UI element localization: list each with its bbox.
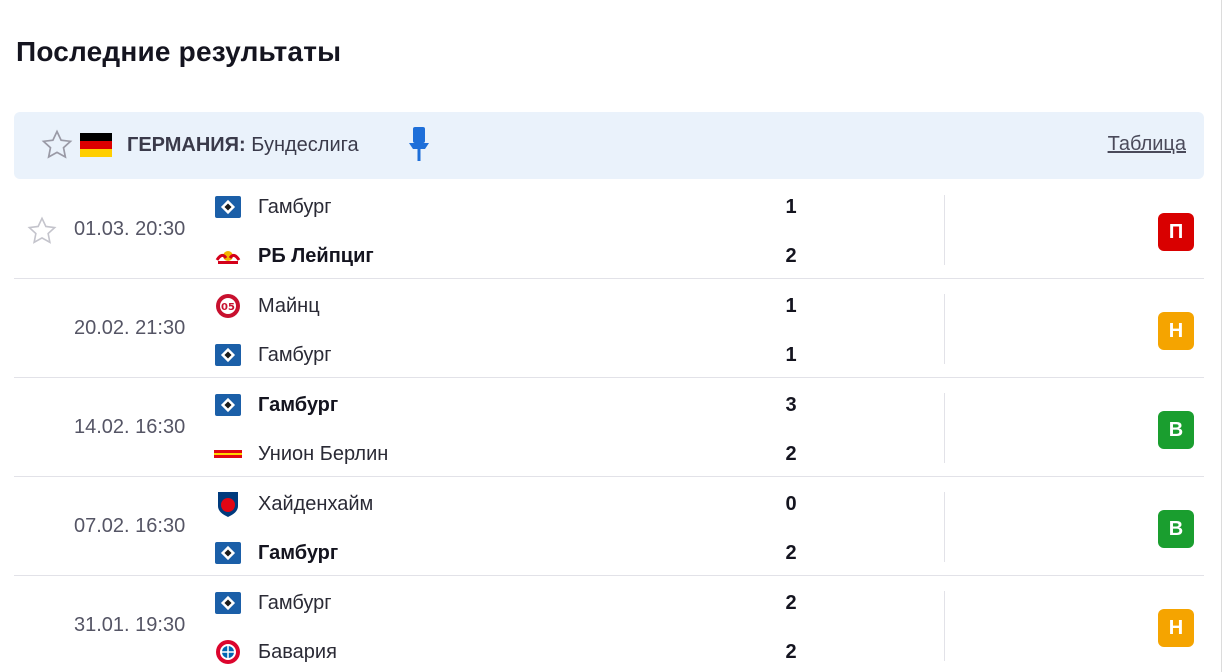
pin-icon[interactable] <box>407 125 431 163</box>
away-team[interactable]: Гамбург <box>214 538 338 568</box>
home-score: 2 <box>785 592 797 614</box>
match-row[interactable]: 31.01. 19:30 Гамбург Бавария 2 2 Н <box>14 576 1204 672</box>
column-divider <box>944 294 945 364</box>
match-row[interactable]: 07.02. 16:30 Хайденхайм Гамбург 0 2 В <box>14 477 1204 576</box>
home-score: 1 <box>785 196 797 218</box>
home-team-name: Гамбург <box>258 591 332 614</box>
favorite-star-icon[interactable] <box>26 215 58 247</box>
match-time: 14.02. 16:30 <box>74 416 186 438</box>
away-score: 2 <box>785 443 797 465</box>
bayern-icon <box>214 638 242 666</box>
column-divider <box>944 591 945 661</box>
away-score: 2 <box>785 245 797 267</box>
heidenheim-icon <box>214 490 242 518</box>
away-team[interactable]: Бавария <box>214 637 337 667</box>
home-team[interactable]: Хайденхайм <box>214 489 373 519</box>
column-divider <box>944 393 945 463</box>
league-title: Бундеслига <box>251 134 359 156</box>
match-time: 07.02. 16:30 <box>74 515 186 537</box>
standings-table-link[interactable]: Таблица <box>1108 133 1186 156</box>
away-team-name: Гамбург <box>258 343 332 366</box>
home-team[interactable]: Гамбург <box>214 192 332 222</box>
hsv-icon <box>214 539 242 567</box>
away-score: 2 <box>785 641 797 663</box>
away-team[interactable]: Гамбург <box>214 340 332 370</box>
away-team-name: РБ Лейпциг <box>258 244 374 267</box>
mainz-icon: 05 <box>214 292 242 320</box>
home-score: 1 <box>785 295 797 317</box>
match-time: 31.01. 19:30 <box>74 614 186 636</box>
germany-flag-icon <box>80 133 112 157</box>
away-team[interactable]: РБ Лейпциг <box>214 241 374 271</box>
column-divider <box>944 492 945 562</box>
away-score: 2 <box>785 542 797 564</box>
home-team-name: Гамбург <box>258 393 339 416</box>
away-team-name: Унион Берлин <box>258 442 389 465</box>
hsv-icon <box>214 391 242 419</box>
away-score: 1 <box>785 344 797 366</box>
league-country: ГЕРМАНИЯ: <box>127 134 246 156</box>
home-team[interactable]: Гамбург <box>214 390 338 420</box>
section-title: Последние результаты <box>16 36 342 67</box>
match-row[interactable]: 01.03. 20:30 Гамбург РБ Лейпциг 1 2 П <box>14 180 1204 279</box>
match-time: 20.02. 21:30 <box>74 317 186 339</box>
match-row[interactable]: 14.02. 16:30 Гамбург Унион Берлин 3 2 В <box>14 378 1204 477</box>
result-badge: Н <box>1158 312 1194 350</box>
away-team-name: Гамбург <box>258 541 339 564</box>
home-score: 3 <box>785 394 797 416</box>
hsv-icon <box>214 193 242 221</box>
rb-leipzig-icon <box>214 242 242 270</box>
hsv-icon <box>214 589 242 617</box>
league-name[interactable]: ГЕРМАНИЯ: Бундеслига <box>127 134 359 157</box>
hsv-icon <box>214 341 242 369</box>
home-team-name: Гамбург <box>258 195 332 218</box>
result-badge: Н <box>1158 609 1194 647</box>
home-score: 0 <box>785 493 797 515</box>
panel-border <box>1221 0 1222 672</box>
away-team-name: Бавария <box>258 640 337 663</box>
away-team[interactable]: Унион Берлин <box>214 439 388 469</box>
match-row[interactable]: 20.02. 21:30 05 Майнц Гамбург 1 1 Н <box>14 279 1204 378</box>
favorite-star-icon[interactable] <box>40 128 74 162</box>
match-time: 01.03. 20:30 <box>74 218 186 240</box>
result-badge: В <box>1158 411 1194 449</box>
column-divider <box>944 195 945 265</box>
home-team-name: Хайденхайм <box>258 492 374 515</box>
svg-text:05: 05 <box>221 302 235 313</box>
home-team[interactable]: Гамбург <box>214 588 332 618</box>
home-team[interactable]: 05 Майнц <box>214 291 320 321</box>
result-badge: П <box>1158 213 1194 251</box>
result-badge: В <box>1158 510 1194 548</box>
union-berlin-icon <box>214 440 242 468</box>
home-team-name: Майнц <box>258 294 320 317</box>
